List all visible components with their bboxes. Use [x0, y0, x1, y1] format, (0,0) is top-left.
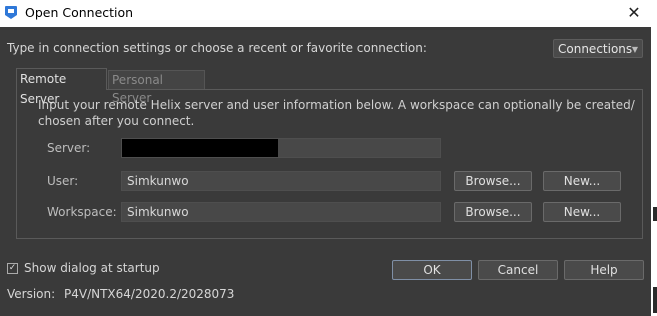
- cancel-label: Cancel: [497, 263, 539, 277]
- workspace-new-label: New...: [563, 205, 601, 219]
- workspace-browse-label: Browse...: [465, 205, 521, 219]
- edge-mark: [653, 207, 657, 221]
- user-value: Simkunwo: [127, 174, 189, 188]
- user-new-button[interactable]: New...: [543, 171, 621, 191]
- user-field[interactable]: Simkunwo: [121, 171, 441, 191]
- help-button[interactable]: Help: [564, 260, 644, 280]
- chevron-down-icon: ▼: [631, 45, 638, 54]
- server-label: Server:: [47, 141, 91, 155]
- help-label: Help: [590, 263, 618, 277]
- version-label: Version:: [7, 287, 56, 301]
- close-icon: ✕: [627, 3, 641, 22]
- workspace-label: Workspace:: [47, 205, 117, 219]
- cancel-button[interactable]: Cancel: [478, 260, 558, 280]
- user-browse-label: Browse...: [465, 174, 521, 188]
- show-dialog-checkbox[interactable]: ✓: [7, 263, 18, 274]
- panel-info-text: Input your remote Helix server and user …: [38, 98, 635, 128]
- tab-remote-server[interactable]: Remote Server: [16, 68, 107, 106]
- workspace-field[interactable]: Simkunwo: [121, 202, 441, 222]
- server-field[interactable]: [121, 138, 441, 158]
- version-value: P4V/NTX64/2020.2/2028073: [64, 287, 235, 301]
- ok-button[interactable]: OK: [392, 260, 472, 280]
- title-bar: Open Connection ✕: [0, 0, 657, 27]
- window-title: Open Connection: [25, 5, 134, 20]
- dialog-body: Type in connection settings or choose a …: [0, 27, 651, 316]
- user-label: User:: [47, 174, 79, 188]
- workspace-new-button[interactable]: New...: [543, 202, 621, 222]
- close-button[interactable]: ✕: [611, 0, 657, 27]
- user-browse-button[interactable]: Browse...: [454, 171, 532, 191]
- tab-personal-server[interactable]: Personal Server: [108, 70, 205, 105]
- redacted-server-value: [122, 139, 278, 157]
- background-edge: [651, 27, 657, 316]
- connections-label: Connections: [558, 42, 633, 56]
- connections-dropdown-button[interactable]: Connections ▼: [553, 39, 643, 58]
- p4v-app-icon: [5, 6, 17, 19]
- connection-prompt: Type in connection settings or choose a …: [7, 41, 427, 55]
- workspace-value: Simkunwo: [127, 205, 189, 219]
- ok-label: OK: [423, 263, 441, 277]
- checkmark-icon: ✓: [8, 263, 17, 273]
- remote-server-panel: Input your remote Helix server and user …: [16, 89, 643, 239]
- show-dialog-label[interactable]: Show dialog at startup: [24, 261, 160, 275]
- workspace-browse-button[interactable]: Browse...: [454, 202, 532, 222]
- user-new-label: New...: [563, 174, 601, 188]
- edge-mark: [653, 287, 657, 313]
